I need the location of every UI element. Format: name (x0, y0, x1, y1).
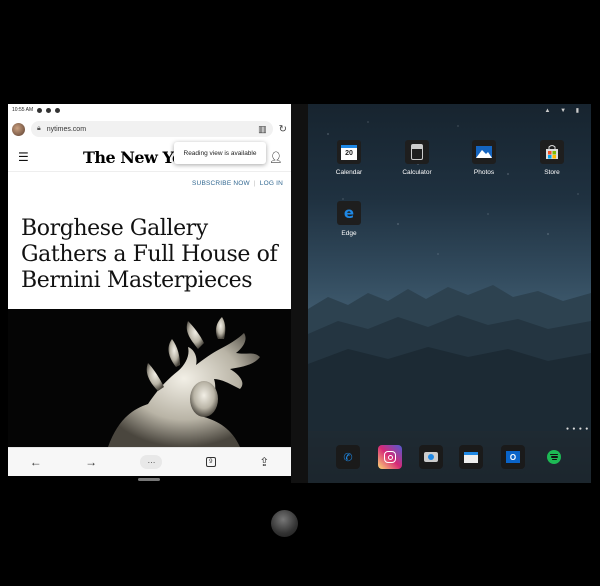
profile-avatar[interactable] (12, 122, 25, 136)
article-hero-image (8, 309, 291, 447)
lock-icon: 🔒︎ (37, 125, 41, 132)
twitter-notification-icon (46, 107, 52, 113)
instagram-icon[interactable] (378, 445, 402, 469)
account-icon[interactable]: 👤︎ (269, 151, 283, 164)
subnav-separator: | (253, 180, 256, 187)
calculator-icon (405, 140, 429, 164)
calendar-date: 20 (341, 144, 357, 160)
home-button[interactable] (271, 510, 298, 537)
teams-notification-icon (55, 107, 61, 113)
browser-bottom-bar: ← → ··· 9 ⇪ (8, 447, 291, 476)
url-field[interactable]: 🔒︎ nytimes.com ▥ (31, 121, 273, 137)
app-calendar[interactable]: 20 Calendar (326, 140, 372, 176)
status-bar: 10:55 AM (8, 104, 291, 116)
more-icon: ··· (147, 457, 156, 467)
refresh-icon[interactable]: ↻ (279, 124, 287, 135)
tabs-button[interactable]: 9 (205, 457, 216, 467)
sculpture-image (108, 317, 260, 447)
spotify-icon[interactable] (542, 445, 566, 469)
calendar-icon: 20 (337, 140, 361, 164)
app-label: Photos (473, 169, 495, 176)
right-screen-launcher: ▲ ▼ ▮ 20 Calendar Calculator Photos Stor… (308, 104, 591, 483)
forward-icon[interactable]: → (85, 455, 97, 469)
app-label: Calculator (402, 169, 432, 176)
url-text: nytimes.com (46, 125, 87, 133)
edge-icon: e (337, 201, 361, 225)
tabs-count: 9 (209, 459, 213, 465)
login-link[interactable]: LOG IN (260, 180, 283, 187)
reading-view-icon[interactable]: ▥ (258, 124, 267, 135)
messenger-notification-icon (37, 107, 43, 113)
more-menu-button[interactable]: ··· (140, 455, 163, 469)
app-label: Store (544, 169, 560, 176)
app-label: Calendar (335, 169, 363, 176)
app-calculator[interactable]: Calculator (394, 140, 440, 176)
app-edge[interactable]: e Edge (326, 201, 372, 237)
right-status-icons: ▲ ▼ ▮ (544, 108, 583, 114)
mountain-wallpaper (308, 285, 591, 431)
camera-icon[interactable] (419, 445, 443, 469)
photos-icon (472, 140, 496, 164)
news-icon[interactable] (459, 445, 483, 469)
app-dock: ✆ O (308, 431, 591, 483)
app-label: Edge (341, 230, 357, 237)
back-icon[interactable]: ← (30, 455, 42, 469)
subscribe-nav: SUBSCRIBE NOW | LOG IN (8, 180, 283, 187)
app-photos[interactable]: Photos (461, 140, 507, 176)
subscribe-link[interactable]: SUBSCRIBE NOW (192, 180, 250, 187)
phone-icon[interactable]: ✆ (336, 445, 360, 469)
menu-icon[interactable]: ☰ (18, 150, 29, 164)
reading-view-tooltip-text: Reading view is available (183, 149, 257, 157)
surface-duo-device: 10:55 AM 🔒︎ nytimes.com ▥ ↻ ☰ The New Yo… (0, 0, 600, 586)
outlook-icon[interactable]: O (501, 445, 525, 469)
gesture-handle[interactable] (138, 478, 160, 481)
left-screen-browser: 10:55 AM 🔒︎ nytimes.com ▥ ↻ ☰ The New Yo… (8, 104, 291, 476)
app-store[interactable]: Store (529, 140, 575, 176)
device-hinge (291, 104, 308, 483)
reading-view-tooltip: Reading view is available (174, 142, 266, 164)
share-icon[interactable]: ⇪ (259, 455, 269, 469)
address-bar: 🔒︎ nytimes.com ▥ ↻ (8, 116, 291, 142)
article-headline[interactable]: Borghese Gallery Gathers a Full House of… (21, 216, 281, 294)
status-time: 10:55 AM (12, 107, 34, 113)
store-icon (540, 140, 564, 164)
